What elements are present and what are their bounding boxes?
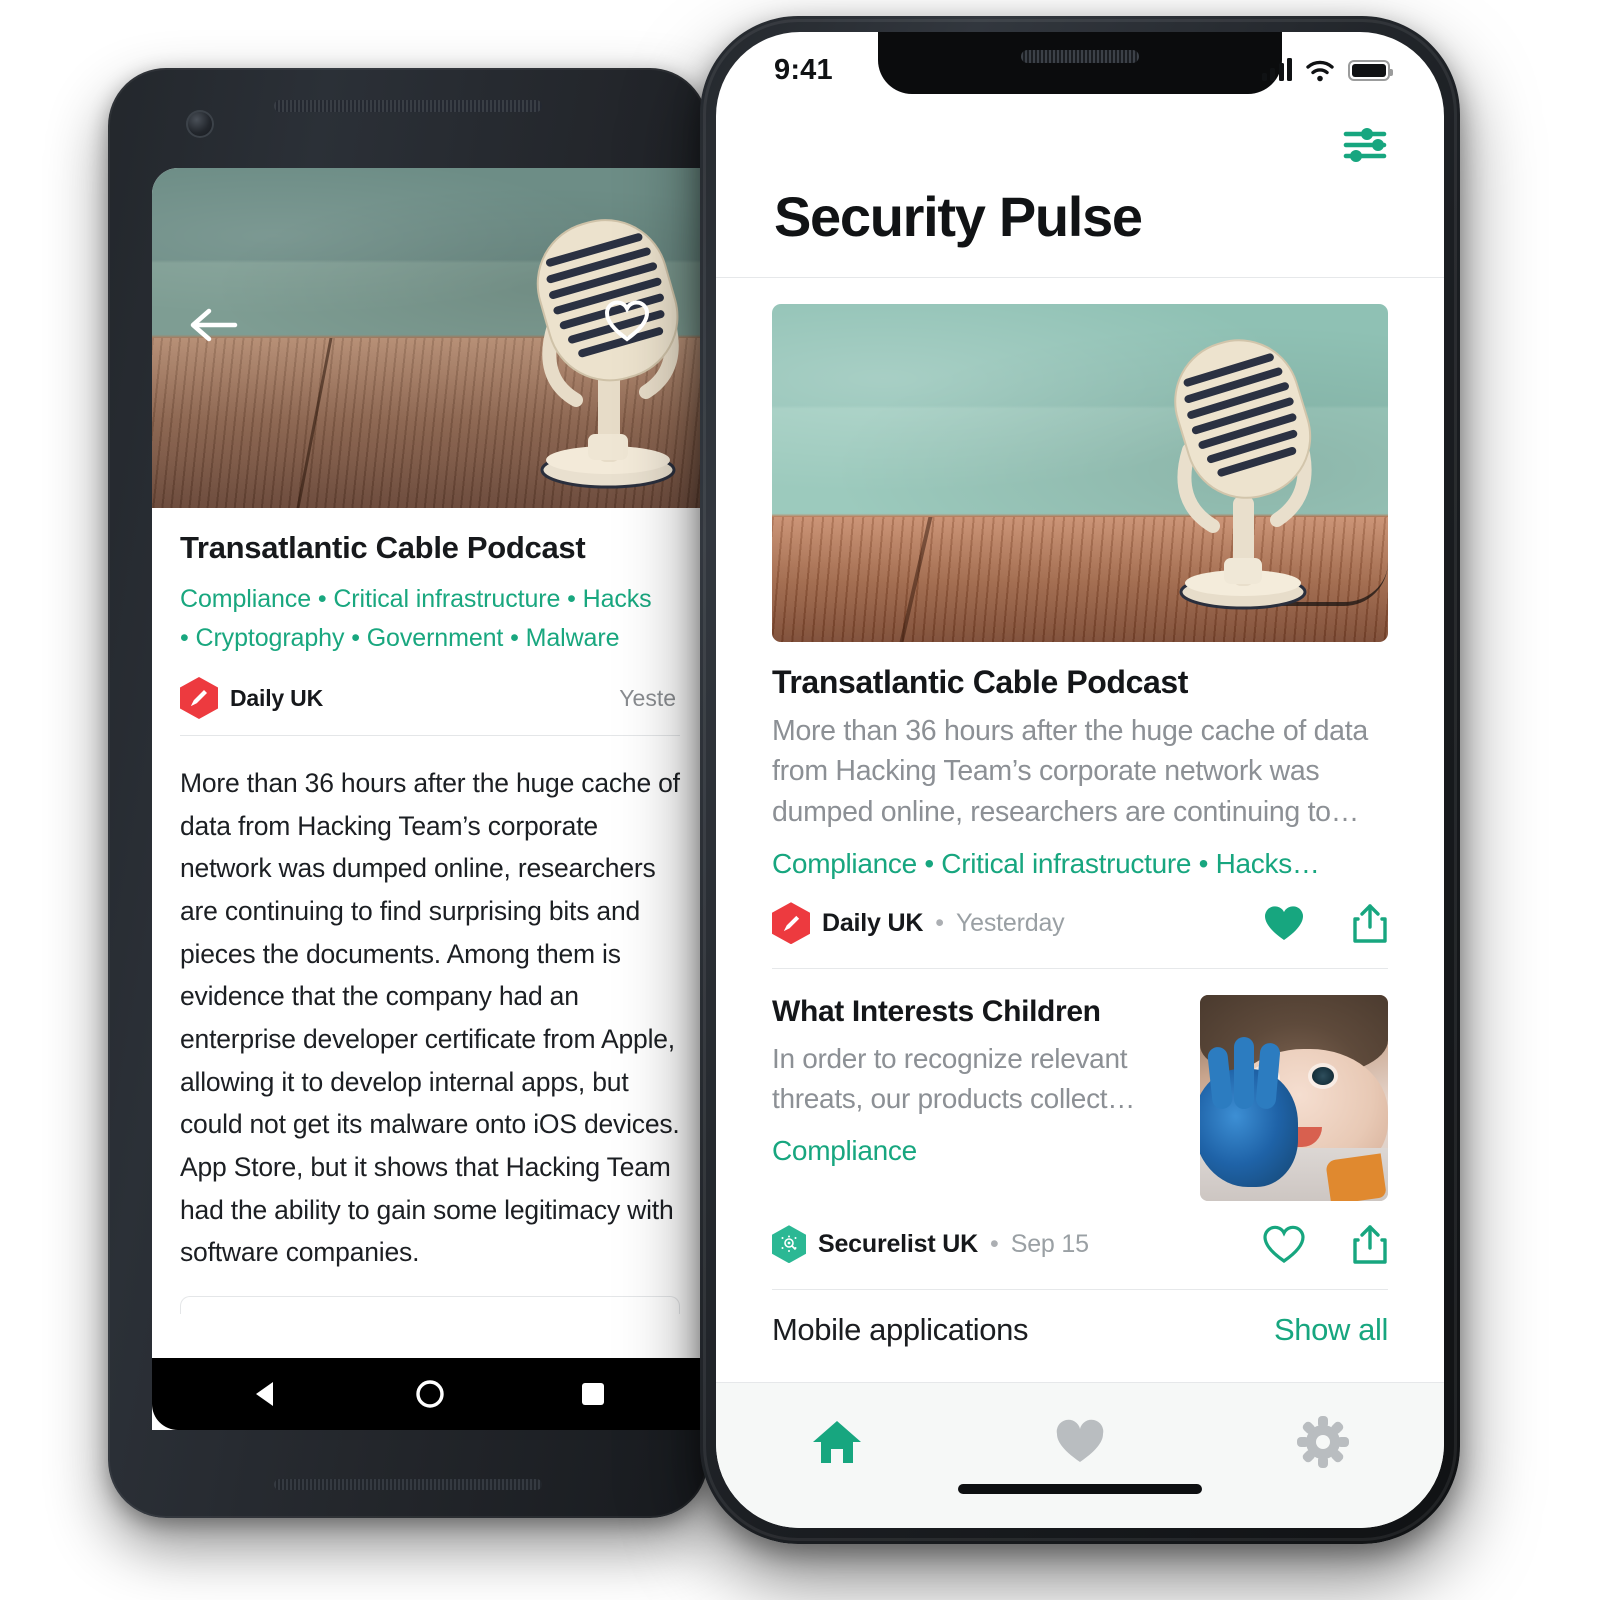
- android-home-nav-button[interactable]: [395, 1359, 465, 1429]
- article-card-2-row: What Interests Children In order to reco…: [772, 995, 1388, 1202]
- triangle-back-icon: [256, 1382, 274, 1406]
- android-article-meta: Daily UK Yeste: [180, 677, 680, 719]
- signal-bars-icon: [1261, 58, 1292, 81]
- article-card-1[interactable]: Transatlantic Cable Podcast More than 36…: [716, 278, 1444, 970]
- android-article-body: Transatlantic Cable Podcast Compliance •…: [152, 508, 708, 736]
- android-next-card-edge: [180, 1295, 680, 1314]
- section-title: Mobile applications: [772, 1312, 1029, 1348]
- android-article-tags[interactable]: Compliance • Critical infrastructure • H…: [180, 580, 680, 657]
- meta-separator: •: [989, 1229, 999, 1258]
- tab-favorites[interactable]: [959, 1405, 1202, 1479]
- heart-icon: [1056, 1419, 1104, 1462]
- article-summary: More than 36 hours after the huge cache …: [772, 714, 1368, 828]
- tab-settings[interactable]: [1201, 1405, 1444, 1479]
- sliders-filter-icon[interactable]: [1342, 125, 1388, 165]
- android-article-text: More than 36 hours after the huge cache …: [180, 768, 680, 1268]
- earpiece-speaker: [274, 100, 542, 112]
- thumb-finger: [1234, 1037, 1254, 1110]
- article-source-name[interactable]: Securelist UK: [818, 1230, 978, 1259]
- status-bar-indicators: [1261, 58, 1393, 82]
- android-article-title: Transatlantic Cable Podcast: [180, 530, 586, 565]
- pencil-hexagon-icon: [772, 902, 810, 945]
- home-indicator[interactable]: [958, 1484, 1202, 1494]
- article-actions: [1262, 902, 1388, 944]
- share-up-icon[interactable]: [1352, 1223, 1388, 1265]
- heart-filled-icon[interactable]: [1262, 903, 1306, 943]
- microphone-illustration: [536, 219, 679, 489]
- article-timestamp: Sep 15: [1010, 1229, 1089, 1258]
- heart-outline-icon[interactable]: [1262, 1224, 1306, 1264]
- android-article-hero-image: [152, 168, 708, 508]
- android-recents-nav-button[interactable]: [558, 1359, 628, 1429]
- article-title: Transatlantic Cable Podcast: [772, 663, 1189, 700]
- android-screen: Transatlantic Cable Podcast Compliance •…: [152, 168, 708, 1430]
- securelist-hexagon-icon: [772, 1225, 806, 1264]
- square-recents-icon: [581, 1383, 604, 1405]
- android-back-nav-button[interactable]: [232, 1359, 302, 1429]
- article-feed: Transatlantic Cable Podcast More than 36…: [716, 278, 1444, 1348]
- article-card-2[interactable]: What Interests Children In order to reco…: [716, 969, 1444, 1291]
- android-tags-line-2: • Cryptography • Government • Malware: [180, 623, 620, 652]
- circle-home-icon: [416, 1380, 444, 1408]
- gear-icon: [1296, 1416, 1349, 1468]
- bottom-speaker-grille: [274, 1479, 542, 1490]
- page-title: Security Pulse: [774, 185, 1143, 248]
- back-button[interactable]: [189, 305, 241, 345]
- android-timestamp: Yeste: [619, 684, 676, 711]
- thumb-collar: [1325, 1153, 1387, 1202]
- status-bar: 9:41: [716, 32, 1444, 108]
- article-footer: Daily UK • Yesterday: [772, 900, 1388, 946]
- article-timestamp: Yesterday: [955, 908, 1065, 937]
- share-up-icon[interactable]: [1352, 902, 1388, 944]
- ios-device-frame: 9:41 Security Pulse Transatlantic Cable …: [700, 16, 1460, 1544]
- article-tags[interactable]: Compliance • Critical infrastructure • H…: [772, 848, 1388, 880]
- android-device-frame: Transatlantic Cable Podcast Compliance •…: [108, 68, 708, 1518]
- show-all-link[interactable]: Show all: [1274, 1312, 1388, 1348]
- status-bar-time: 9:41: [774, 53, 833, 86]
- article-source-name[interactable]: Daily UK: [822, 909, 923, 938]
- article-title: What Interests Children: [772, 995, 1101, 1029]
- screenshot-stage: Transatlantic Cable Podcast Compliance •…: [0, 0, 1600, 1600]
- android-navigation-bar: [152, 1358, 708, 1430]
- front-camera-icon: [186, 110, 214, 138]
- mobile-applications-section: Mobile applications Show all: [716, 1290, 1444, 1348]
- article-thumbnail: [1200, 995, 1388, 1202]
- android-tags-line-1: Compliance • Critical infrastructure • H…: [180, 585, 652, 613]
- ios-screen: 9:41 Security Pulse Transatlantic Cable …: [716, 32, 1444, 1528]
- meta-separator: •: [935, 908, 944, 937]
- article-summary: In order to recognize relevant threats, …: [772, 1043, 1135, 1115]
- battery-full-icon: [1348, 59, 1393, 81]
- article-footer: Securelist UK • Sep 15: [772, 1221, 1388, 1267]
- favorite-button[interactable]: [604, 300, 650, 342]
- tab-home[interactable]: [716, 1405, 959, 1479]
- article-card-2-text: What Interests Children In order to reco…: [772, 995, 1176, 1201]
- app-top-bar: [716, 108, 1444, 182]
- article-tags[interactable]: Compliance: [772, 1135, 1176, 1167]
- wifi-icon: [1306, 60, 1334, 81]
- article-actions: [1262, 1223, 1388, 1265]
- bottom-tab-bar: [716, 1382, 1444, 1528]
- pencil-hexagon-icon: [180, 677, 218, 719]
- microphone-illustration: [1174, 339, 1312, 610]
- home-icon: [813, 1421, 862, 1463]
- android-source-name: Daily UK: [230, 684, 323, 711]
- article-hero-image: [772, 303, 1388, 642]
